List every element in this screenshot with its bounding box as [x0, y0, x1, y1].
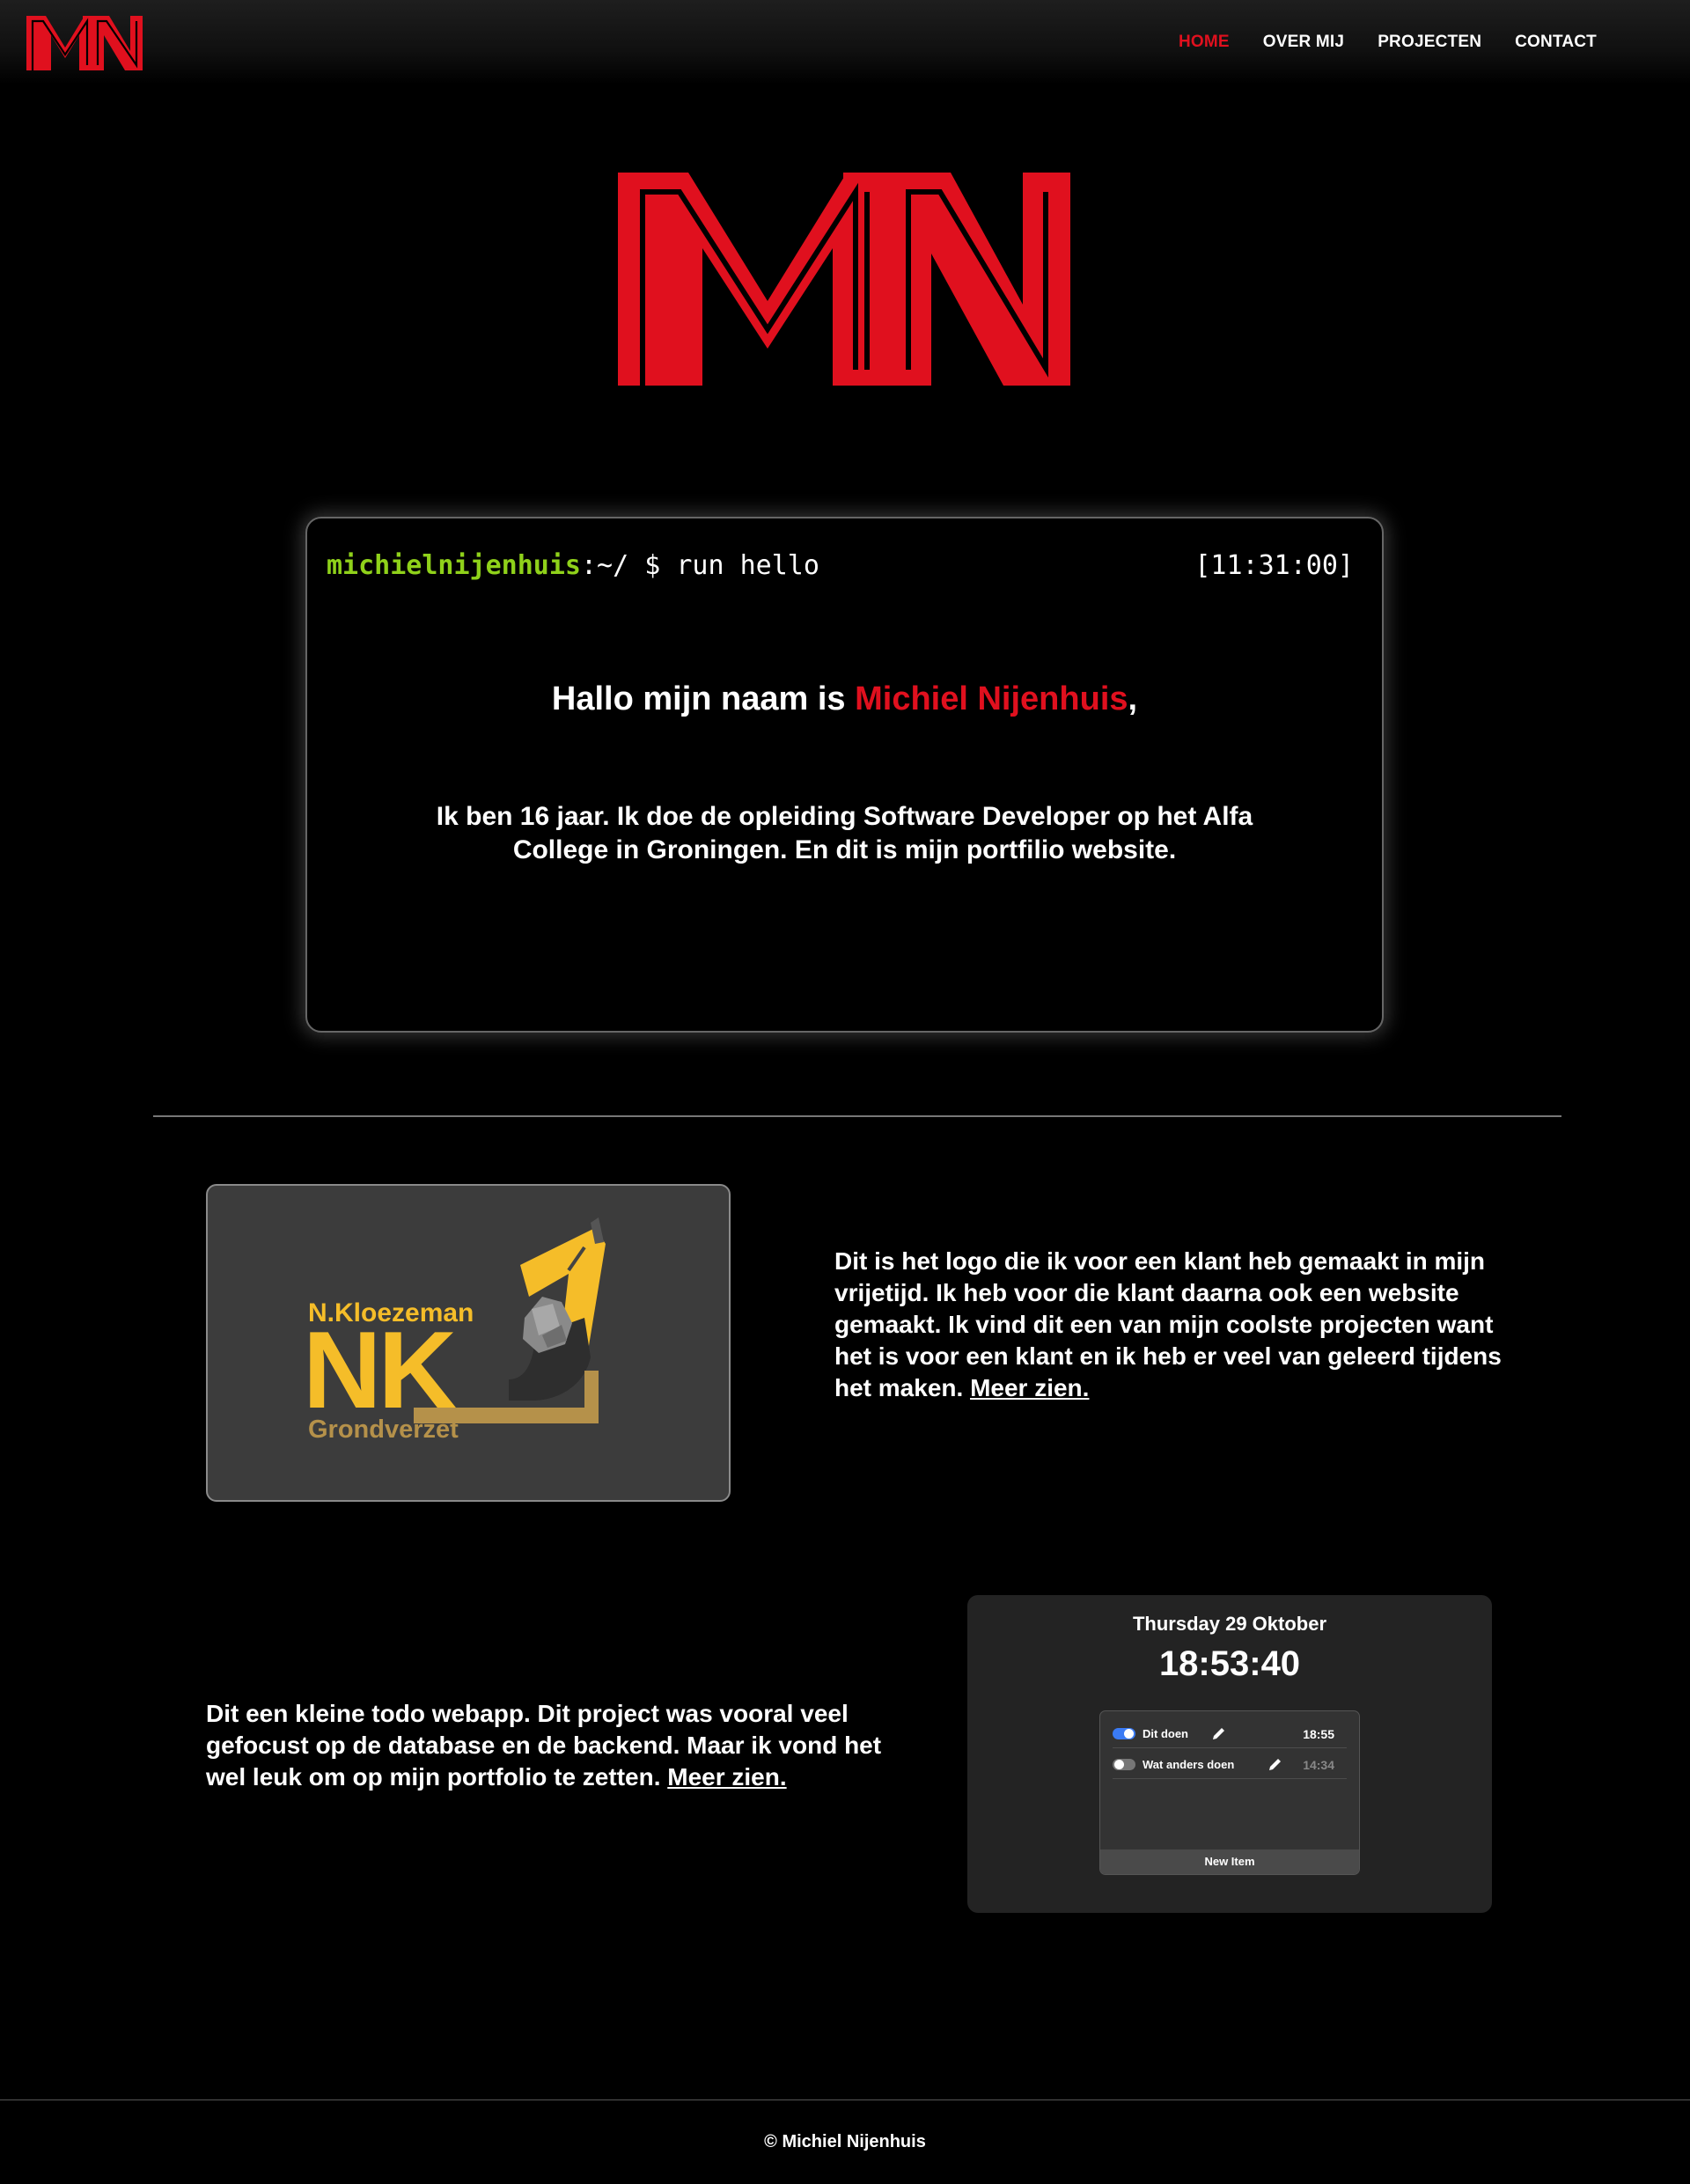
project-todo-card[interactable]: Thursday 29 Oktober 18:53:40 Dit doen 18…	[967, 1595, 1492, 1913]
terminal-path: :~/	[580, 550, 629, 581]
nk-brand-bottom: Grondverzet	[308, 1416, 459, 1444]
greeting-suffix: ,	[1128, 680, 1138, 717]
footer-divider	[0, 2099, 1690, 2100]
new-item-button: New Item	[1100, 1849, 1359, 1874]
terminal-command: $ run hello	[628, 550, 819, 581]
terminal-prompt: michielnijenhuis:~/ $ run hello	[327, 550, 819, 581]
nav-over-mij-link[interactable]: OVER MIJ	[1263, 33, 1344, 52]
nav-home-link[interactable]: HOME	[1179, 33, 1230, 52]
project-todo-more-link[interactable]: Meer zien.	[667, 1763, 786, 1791]
todo-item: Wat anders doen 14:34	[1113, 1749, 1347, 1779]
todo-item-time: 14:34	[1303, 1758, 1334, 1772]
todo-item: Dit doen 18:55	[1113, 1718, 1347, 1748]
project-nk-description: Dit is het logo die ik voor een klant he…	[834, 1246, 1503, 1404]
pencil-icon	[1269, 1759, 1281, 1770]
terminal-window: michielnijenhuis:~/ $ run hello [11:31:0…	[305, 517, 1384, 1033]
intro-text: Ik ben 16 jaar. Ik doe de opleiding Soft…	[436, 802, 1253, 864]
todo-item-label: Wat anders doen	[1143, 1758, 1235, 1771]
project-todo-description: Dit een kleine todo webapp. Dit project …	[206, 1698, 901, 1793]
navbar: HOME OVER MIJ PROJECTEN CONTACT	[0, 0, 1690, 85]
project-nk-more-link[interactable]: Meer zien.	[970, 1374, 1089, 1401]
terminal-user: michielnijenhuis	[327, 550, 581, 581]
todo-item-time: 18:55	[1303, 1727, 1334, 1741]
section-divider	[153, 1115, 1561, 1117]
greeting-prefix: Hallo mijn naam is	[551, 680, 856, 717]
toggle-on-icon	[1113, 1728, 1135, 1739]
project-nk-card[interactable]: N.Kloezeman NK Grondverzet	[206, 1184, 731, 1502]
todo-list: Dit doen 18:55 Wat anders doen 14:34 New…	[1099, 1710, 1360, 1875]
nav-contact-link[interactable]: CONTACT	[1515, 33, 1597, 52]
greeting-heading: Hallo mijn naam is Michiel Nijenhuis,	[307, 680, 1382, 718]
nk-grondverzet-logo-icon: N.Kloezeman NK Grondverzet	[305, 1217, 606, 1444]
pencil-icon	[1213, 1728, 1224, 1739]
greeting-name: Michiel Nijenhuis	[855, 680, 1128, 717]
nav-projecten-link[interactable]: PROJECTEN	[1378, 33, 1481, 52]
todo-date: Thursday 29 Oktober	[1132, 1613, 1327, 1635]
hero-mn-logo-icon	[618, 173, 1070, 386]
nav-links: HOME OVER MIJ PROJECTEN CONTACT	[1179, 33, 1597, 52]
nk-brand-letters: NK	[305, 1310, 457, 1431]
footer-copyright: © Michiel Nijenhuis	[764, 2132, 926, 2151]
todo-item-label: Dit doen	[1143, 1727, 1188, 1740]
toggle-off-icon	[1113, 1759, 1135, 1770]
mn-logo-icon[interactable]	[26, 16, 143, 70]
terminal-time: [11:31:00]	[1194, 550, 1354, 581]
todo-clock: 18:53:40	[1158, 1644, 1301, 1683]
project-nk-text: Dit is het logo die ik voor een klant he…	[834, 1247, 1509, 1401]
